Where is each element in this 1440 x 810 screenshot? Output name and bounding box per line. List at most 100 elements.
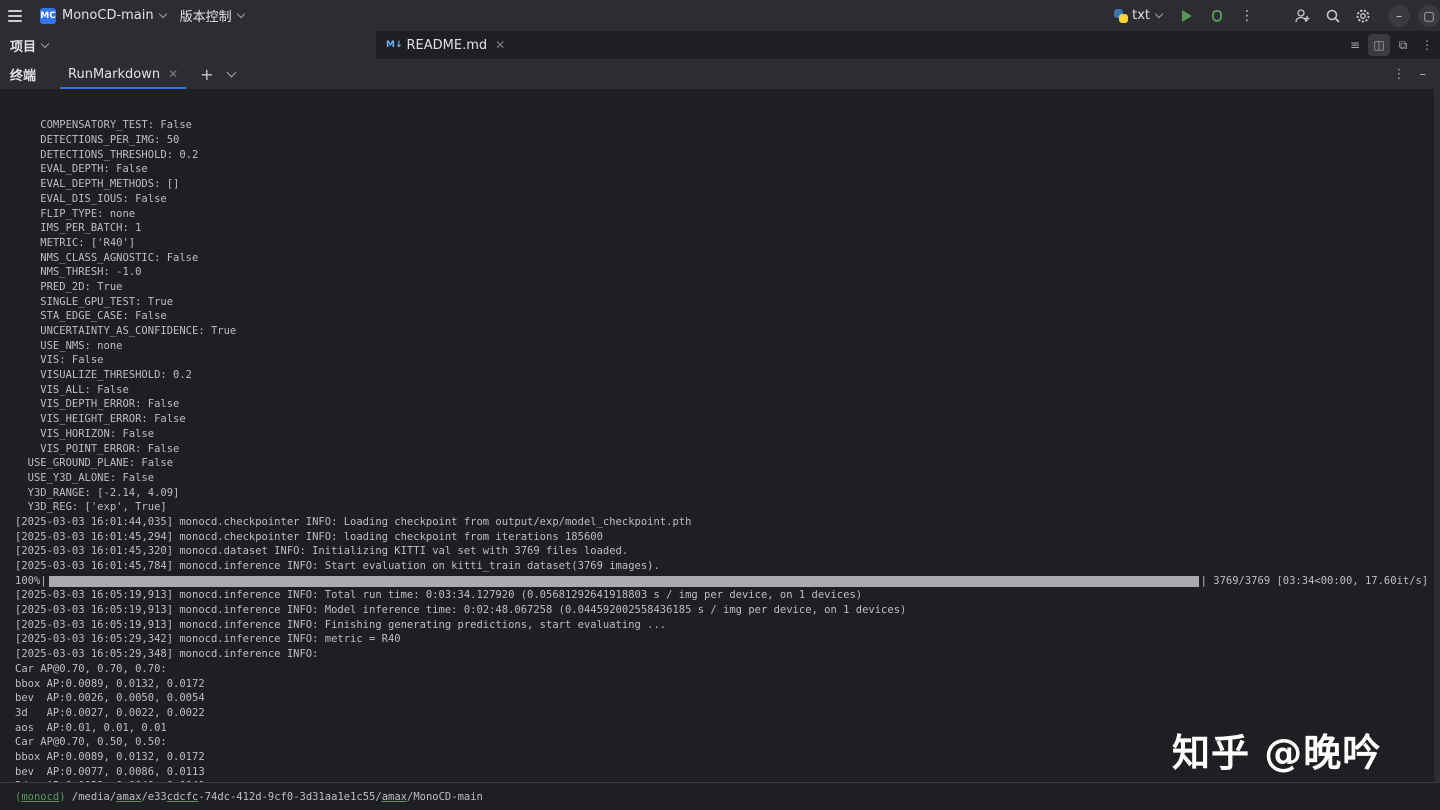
terminal-line: bev AP:0.0026, 0.0050, 0.0054: [15, 692, 205, 705]
terminal-line: [2025-03-03 16:05:19,913] monocd.inferen…: [15, 589, 863, 602]
terminal-output[interactable]: COMPENSATORY_TEST: False DETECTIONS_PER_…: [0, 89, 1434, 782]
terminal-line: SINGLE_GPU_TEST: True: [15, 295, 174, 308]
chevron-down-icon[interactable]: [236, 9, 245, 19]
chevron-down-icon[interactable]: [158, 9, 167, 19]
terminal-line: VIS_HORIZON: False: [15, 427, 155, 440]
terminal-line: [2025-03-03 16:05:29,348] monocd.inferen…: [15, 648, 319, 661]
prompt-path-part: cdcfc: [166, 790, 199, 803]
hide-panel-icon[interactable]: –: [1420, 67, 1427, 82]
progress-line: 100%| | 3769/3769 [03:34<00:00, 17.60it/s…: [15, 574, 1434, 589]
terminal-line: DETECTIONS_PER_IMG: 50: [15, 134, 180, 147]
tab-readme[interactable]: M↓ README.md ✕: [386, 31, 505, 59]
split-view-icon[interactable]: ◫: [1368, 34, 1390, 56]
editor-tab-row: 项目 M↓ README.md ✕ ≡ ◫ ⧉ ⋮: [0, 31, 1440, 59]
minimize-icon[interactable]: –: [1388, 4, 1410, 27]
prompt-path-part: /media/: [65, 790, 117, 803]
prompt-path-user: amax: [116, 790, 142, 803]
tab-label: README.md: [406, 37, 488, 53]
title-bar: MC MonoCD-main 版本控制 txt ⋮ – ▢: [0, 0, 1440, 31]
terminal-scrollbar[interactable]: [1434, 89, 1440, 782]
terminal-line: [2025-03-03 16:01:45,294] monocd.checkpo…: [15, 530, 603, 543]
prompt-path-part: -74dc-412d-9cf0-3d31aa1e1c55/: [198, 790, 382, 803]
more-icon[interactable]: ⋮: [1393, 67, 1406, 82]
run-config-label: txt: [1132, 8, 1150, 23]
prompt-path-part: /e33: [141, 790, 167, 803]
editor-only-icon[interactable]: ≡: [1344, 34, 1366, 56]
debug-icon: [1212, 9, 1222, 22]
add-user-icon[interactable]: [1288, 0, 1318, 31]
python-icon: [1114, 8, 1129, 23]
project-badge-icon: MC: [40, 7, 56, 24]
chevron-down-icon[interactable]: [226, 67, 236, 77]
terminal-lines: COMPENSATORY_TEST: False DETECTIONS_PER_…: [0, 118, 1434, 782]
terminal-line: [2025-03-03 16:01:45,784] monocd.inferen…: [15, 560, 660, 573]
markdown-icon: M↓: [386, 40, 403, 50]
terminal-line: USE_GROUND_PLANE: False: [15, 457, 174, 470]
shell-prompt[interactable]: (monocd) /media/amax/e33 cdcfc -74dc-412d-…: [0, 782, 1440, 810]
progress-bar: [48, 575, 1199, 587]
terminal-line: 3d AP:0.0027, 0.0022, 0.0022: [15, 706, 205, 719]
run-button[interactable]: [1172, 0, 1202, 31]
terminal-line: IMS_PER_BATCH: 1: [15, 222, 142, 235]
vcs-menu[interactable]: 版本控制: [180, 6, 232, 25]
project-name-menu[interactable]: MonoCD-main: [62, 8, 154, 23]
terminal-line: VIS_DEPTH_ERROR: False: [15, 398, 180, 411]
terminal-line: METRIC: ['R40']: [15, 236, 136, 249]
terminal-line: UNCERTAINTY_AS_CONFIDENCE: True: [15, 325, 237, 338]
terminal-line: EVAL_DEPTH_METHODS: []: [15, 178, 180, 191]
search-icon[interactable]: [1318, 0, 1348, 31]
terminal-line: [2025-03-03 16:05:19,913] monocd.inferen…: [15, 618, 667, 631]
terminal-line: Car AP@0.70, 0.70, 0.70:: [15, 662, 167, 675]
terminal-line: Y3D_RANGE: [-2.14, 4.09]: [15, 486, 180, 499]
restore-icon[interactable]: ▢: [1418, 4, 1440, 27]
terminal-label: 终端: [10, 68, 37, 84]
terminal-line: COMPENSATORY_TEST: False: [15, 119, 193, 132]
terminal-line: VISUALIZE_THRESHOLD: 0.2: [15, 369, 193, 382]
terminal-tab-label: RunMarkdown: [68, 66, 161, 82]
terminal-line: FLIP_TYPE: none: [15, 207, 136, 220]
terminal-line: NMS_CLASS_AGNOSTIC: False: [15, 251, 199, 264]
settings-icon[interactable]: [1348, 0, 1378, 31]
terminal-line: EVAL_DIS_IOUS: False: [15, 192, 167, 205]
terminal-line: EVAL_DEPTH: False: [15, 163, 148, 176]
more-icon[interactable]: ⋮: [1232, 0, 1262, 31]
debug-button[interactable]: [1202, 0, 1232, 31]
tab-runmarkdown[interactable]: RunMarkdown ✕: [58, 59, 188, 89]
conda-env-name: monocd: [21, 790, 60, 803]
terminal-line: PRED_2D: True: [15, 280, 123, 293]
terminal-line: [2025-03-03 16:05:19,913] monocd.inferen…: [15, 604, 907, 617]
terminal-line: VIS_POINT_ERROR: False: [15, 442, 180, 455]
run-icon: [1182, 9, 1192, 22]
terminal-line: bbox AP:0.0089, 0.0132, 0.0172: [15, 677, 205, 690]
progress-percent: 100%|: [15, 574, 47, 587]
terminal-line: [2025-03-03 16:01:44,035] monocd.checkpo…: [15, 515, 692, 528]
conda-env-label: (monocd): [15, 790, 66, 803]
project-panel-label[interactable]: 项目: [10, 36, 36, 55]
terminal-line: USE_Y3D_ALONE: False: [15, 471, 155, 484]
terminal-line: [2025-03-03 16:05:29,342] monocd.inferen…: [15, 633, 401, 646]
chevron-down-icon: [1154, 9, 1164, 19]
chevron-down-icon[interactable]: [40, 39, 50, 48]
terminal-line: [2025-03-03 16:01:45,320] monocd.dataset…: [15, 545, 629, 558]
zhihu-watermark: 知乎 @晚吟: [1172, 731, 1382, 775]
prompt-path-user: amax: [381, 790, 407, 803]
terminal-line: NMS_THRESH: -1.0: [15, 266, 142, 279]
new-terminal-icon[interactable]: +: [200, 65, 213, 84]
terminal-line: VIS_HEIGHT_ERROR: False: [15, 413, 186, 426]
preview-icon[interactable]: ⧉: [1392, 34, 1414, 56]
terminal-line: USE_NMS: none: [15, 339, 123, 352]
terminal-toolbar: 终端 RunMarkdown ✕ + ⋮ –: [0, 59, 1440, 90]
terminal-line: VIS_ALL: False: [15, 383, 129, 396]
more-icon[interactable]: ⋮: [1416, 34, 1438, 56]
terminal-line: STA_EDGE_CASE: False: [15, 310, 167, 323]
project-panel-header: 项目: [0, 31, 376, 59]
menu-icon[interactable]: [8, 9, 22, 22]
close-icon[interactable]: ✕: [168, 67, 178, 81]
progress-status: | 3769/3769 [03:34<00:00, 17.60it/s]: [1200, 574, 1429, 587]
close-icon[interactable]: ✕: [495, 38, 505, 52]
terminal-line: VIS: False: [15, 354, 104, 367]
terminal-line: DETECTIONS_THRESHOLD: 0.2: [15, 148, 199, 161]
prompt-path-part: /MonoCD-main: [407, 790, 483, 803]
run-config-selector[interactable]: txt: [1110, 0, 1172, 31]
terminal-line: Y3D_REG: ['exp', True]: [15, 501, 167, 514]
